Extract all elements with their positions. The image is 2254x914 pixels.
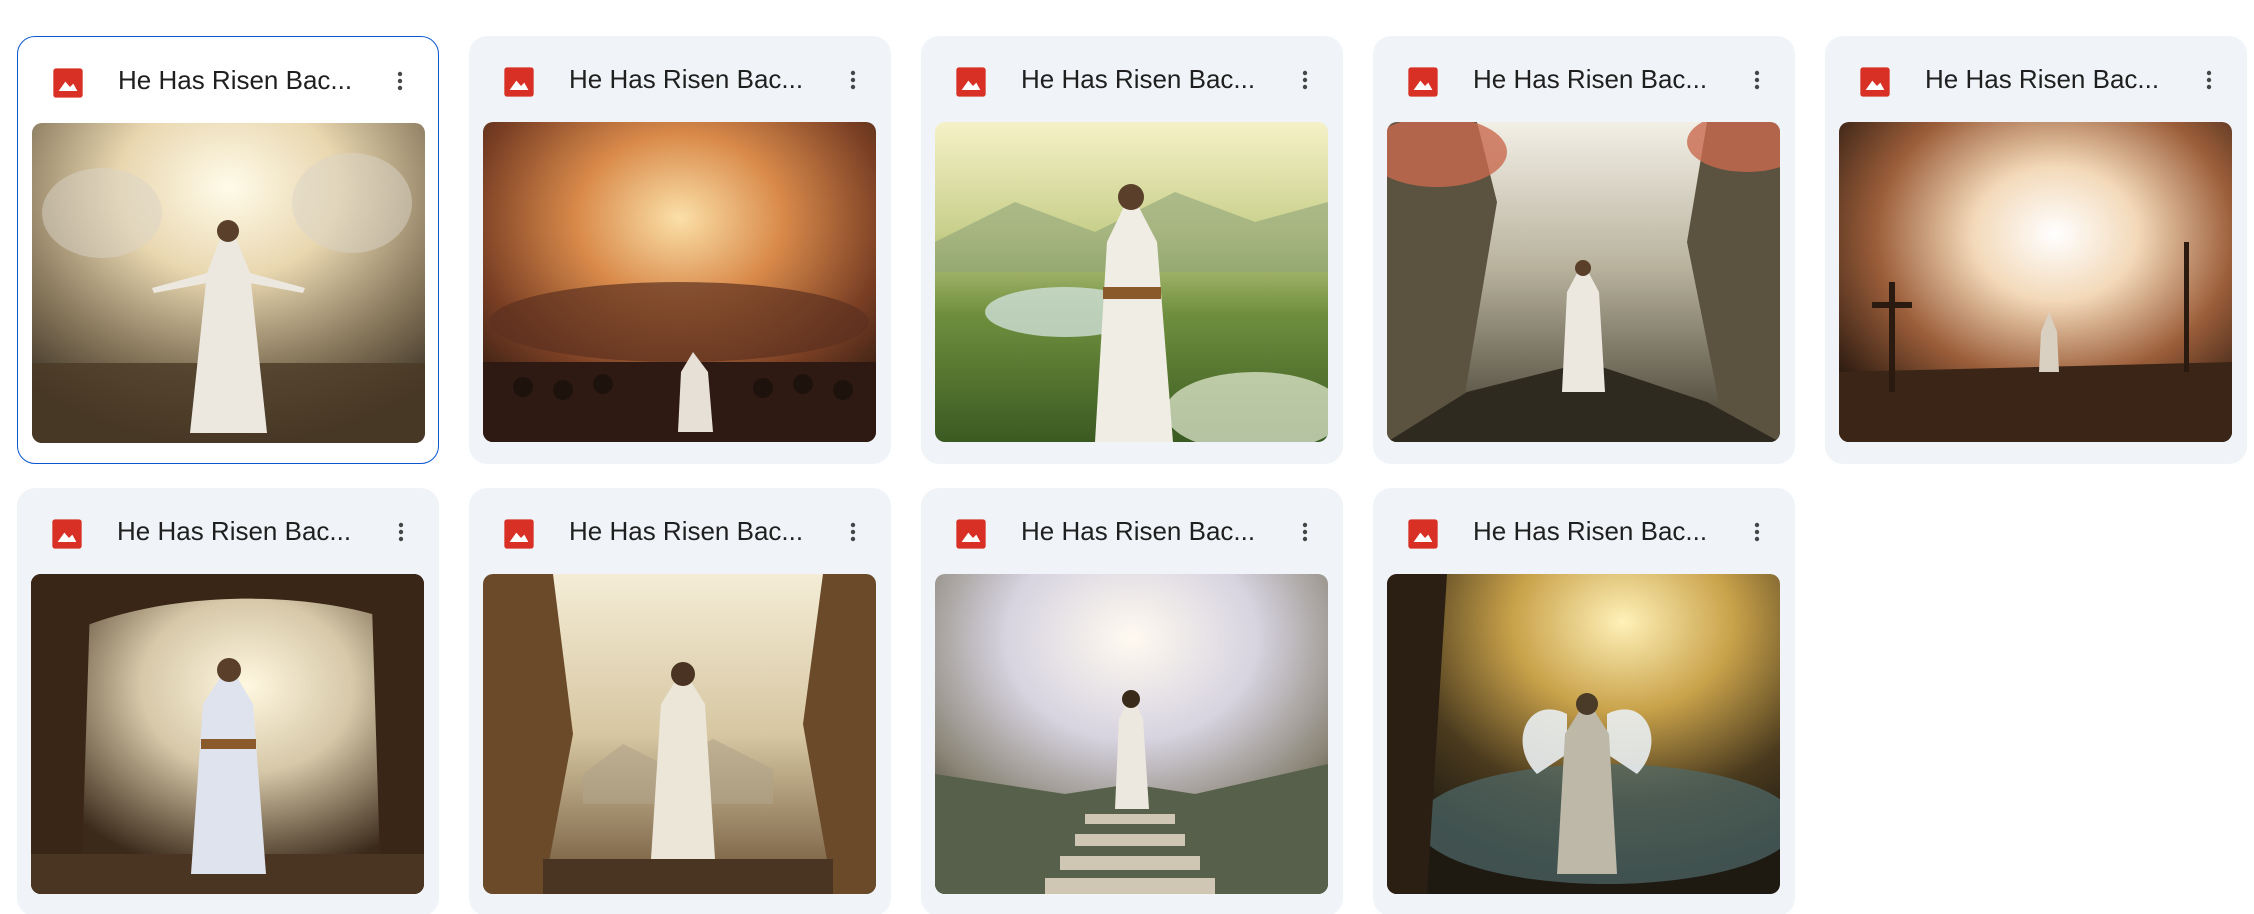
file-name: He Has Risen Bac... — [1925, 64, 2160, 94]
more-options-button[interactable] — [2189, 60, 2229, 100]
more-options-button[interactable] — [1285, 512, 1325, 552]
image-file-icon — [1408, 519, 1438, 549]
image-file-icon — [956, 519, 986, 549]
more-options-button[interactable] — [1285, 60, 1325, 100]
file-card[interactable]: He Has Risen Bac... — [1825, 36, 2247, 464]
more-vert-icon — [397, 71, 403, 91]
file-card-header: He Has Risen Bac... — [18, 37, 438, 123]
more-options-button[interactable] — [1737, 60, 1777, 100]
file-name: He Has Risen Bac... — [1021, 516, 1256, 546]
more-vert-icon — [850, 522, 856, 542]
file-card-header: He Has Risen Bac... — [469, 36, 891, 122]
more-vert-icon — [850, 70, 856, 90]
file-card-header: He Has Risen Bac... — [17, 488, 439, 574]
file-card[interactable]: He Has Risen Bac... — [469, 36, 891, 464]
image-thumbnail[interactable] — [935, 574, 1328, 894]
file-name: He Has Risen Bac... — [118, 65, 353, 95]
file-card[interactable]: He Has Risen Bac... — [17, 488, 439, 914]
image-file-icon — [52, 519, 82, 549]
more-vert-icon — [1302, 522, 1308, 542]
file-card[interactable]: He Has Risen Bac... — [921, 488, 1343, 914]
file-name: He Has Risen Bac... — [569, 64, 804, 94]
more-vert-icon — [398, 522, 404, 542]
more-vert-icon — [1754, 522, 1760, 542]
image-file-icon — [956, 67, 986, 97]
file-card-header: He Has Risen Bac... — [1825, 36, 2247, 122]
file-card-header: He Has Risen Bac... — [921, 488, 1343, 574]
image-thumbnail[interactable] — [483, 574, 876, 894]
file-card[interactable]: He Has Risen Bac... — [469, 488, 891, 914]
file-card-header: He Has Risen Bac... — [921, 36, 1343, 122]
image-file-icon — [1860, 67, 1890, 97]
file-name: He Has Risen Bac... — [1021, 64, 1256, 94]
file-card-header: He Has Risen Bac... — [1373, 36, 1795, 122]
image-thumbnail[interactable] — [31, 574, 424, 894]
file-name: He Has Risen Bac... — [569, 516, 804, 546]
file-card[interactable]: He Has Risen Bac... — [1373, 488, 1795, 914]
more-vert-icon — [1302, 70, 1308, 90]
image-file-icon — [53, 68, 83, 98]
more-options-button[interactable] — [380, 61, 420, 101]
image-thumbnail[interactable] — [1839, 122, 2232, 442]
file-card-header: He Has Risen Bac... — [469, 488, 891, 574]
image-thumbnail[interactable] — [32, 123, 425, 443]
file-name: He Has Risen Bac... — [117, 516, 352, 546]
file-card[interactable]: He Has Risen Bac... — [1373, 36, 1795, 464]
file-card[interactable]: He Has Risen Bac... — [921, 36, 1343, 464]
more-vert-icon — [1754, 70, 1760, 90]
more-options-button[interactable] — [833, 512, 873, 552]
more-options-button[interactable] — [381, 512, 421, 552]
file-card-header: He Has Risen Bac... — [1373, 488, 1795, 574]
file-name: He Has Risen Bac... — [1473, 516, 1708, 546]
file-grid: He Has Risen Bac... He Has Risen Bac... … — [0, 0, 2254, 914]
image-thumbnail[interactable] — [483, 122, 876, 442]
image-thumbnail[interactable] — [1387, 122, 1780, 442]
image-file-icon — [504, 67, 534, 97]
more-vert-icon — [2206, 70, 2212, 90]
image-file-icon — [1408, 67, 1438, 97]
image-thumbnail[interactable] — [935, 122, 1328, 442]
file-name: He Has Risen Bac... — [1473, 64, 1708, 94]
file-card[interactable]: He Has Risen Bac... — [17, 36, 439, 464]
image-thumbnail[interactable] — [1387, 574, 1780, 894]
more-options-button[interactable] — [833, 60, 873, 100]
image-file-icon — [504, 519, 534, 549]
more-options-button[interactable] — [1737, 512, 1777, 552]
